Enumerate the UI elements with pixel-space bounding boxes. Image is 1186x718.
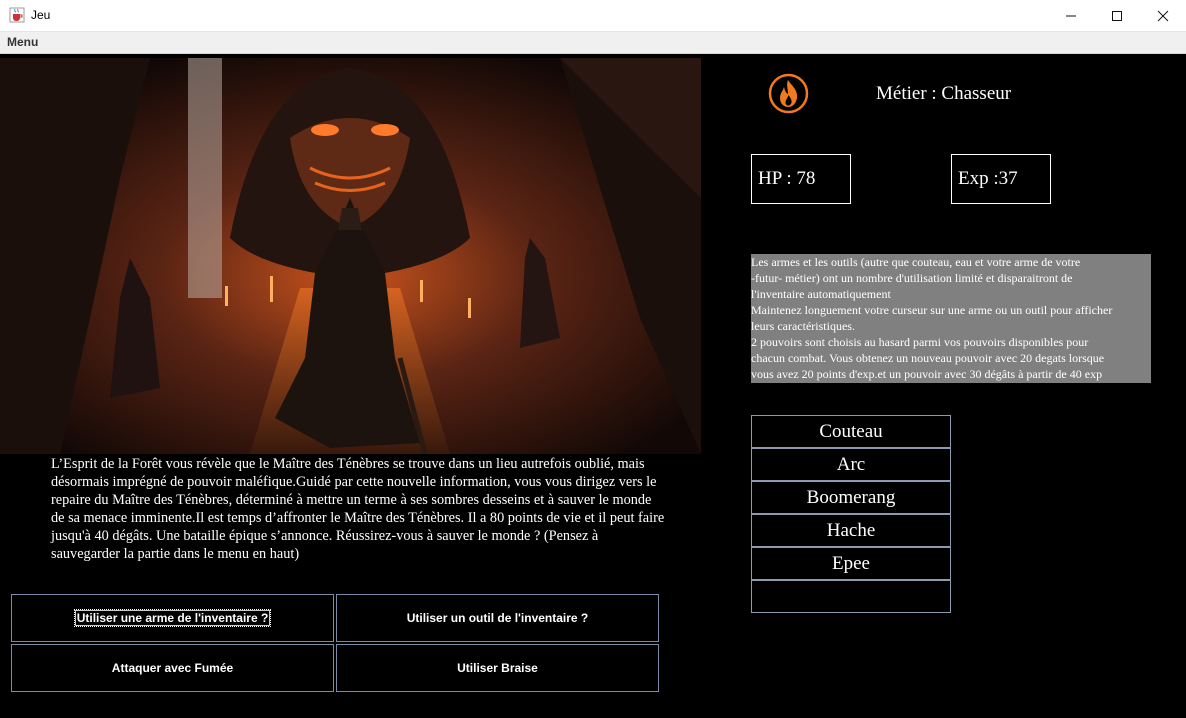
info-line: leurs caractéristiques. <box>751 319 855 333</box>
info-panel: Les armes et les outils (autre que coute… <box>751 254 1151 383</box>
info-line: l'inventaire automatiquement <box>751 287 891 301</box>
info-line: 2 pouvoirs sont choisis au hasard parmi … <box>751 335 1089 349</box>
weapon-inventory-list: Couteau Arc Boomerang Hache Epee <box>751 415 951 613</box>
use-tool-label: Utiliser un outil de l'inventaire ? <box>406 611 589 625</box>
info-line: chacun combat. Vous obtenez un nouveau p… <box>751 351 1105 365</box>
weapon-item-couteau[interactable]: Couteau <box>751 415 951 448</box>
weapon-item-boomerang[interactable]: Boomerang <box>751 481 951 514</box>
hp-box: HP : 78 <box>751 154 851 204</box>
scene-illustration <box>0 58 701 454</box>
info-line: -futur- métier) ont un nombre d'utilisat… <box>751 271 1073 285</box>
minimize-icon <box>1066 15 1076 16</box>
use-weapon-button[interactable]: Utiliser une arme de l'inventaire ? <box>11 594 334 642</box>
maximize-icon <box>1112 10 1122 21</box>
close-button[interactable] <box>1140 0 1186 31</box>
window-titlebar: Jeu <box>0 0 1186 32</box>
use-weapon-label: Utiliser une arme de l'inventaire ? <box>73 609 272 627</box>
menubar: Menu <box>0 32 1186 54</box>
maximize-button[interactable] <box>1094 0 1140 31</box>
use-tool-button[interactable]: Utiliser un outil de l'inventaire ? <box>336 594 659 642</box>
window-title: Jeu <box>31 8 51 22</box>
exp-box: Exp :37 <box>951 154 1051 204</box>
info-line: vous avez 20 points d'exp.et un pouvoir … <box>751 367 1103 381</box>
metier-label: Métier : Chasseur <box>876 83 1012 104</box>
menu-button[interactable]: Menu <box>7 35 38 49</box>
weapon-item-epee[interactable]: Epee <box>751 547 951 580</box>
action-buttons: Utiliser une arme de l'inventaire ? Util… <box>11 594 661 694</box>
weapon-item-arc[interactable]: Arc <box>751 448 951 481</box>
weapon-item-hache[interactable]: Hache <box>751 514 951 547</box>
attack-smoke-button[interactable]: Attaquer avec Fumée <box>11 644 334 692</box>
fire-icon <box>768 73 809 114</box>
close-icon <box>1157 10 1169 21</box>
minimize-button[interactable] <box>1048 0 1094 31</box>
attack-smoke-label: Attaquer avec Fumée <box>111 661 234 675</box>
weapon-item-empty[interactable] <box>751 580 951 613</box>
story-text: L’Esprit de la Forêt vous révèle que le … <box>51 456 665 562</box>
java-cup-icon <box>9 7 25 23</box>
info-line: Les armes et les outils (autre que coute… <box>751 255 1081 269</box>
info-line: Maintenez longuement votre curseur sur u… <box>751 303 1113 317</box>
use-ember-button[interactable]: Utiliser Braise <box>336 644 659 692</box>
use-ember-label: Utiliser Braise <box>457 661 538 675</box>
